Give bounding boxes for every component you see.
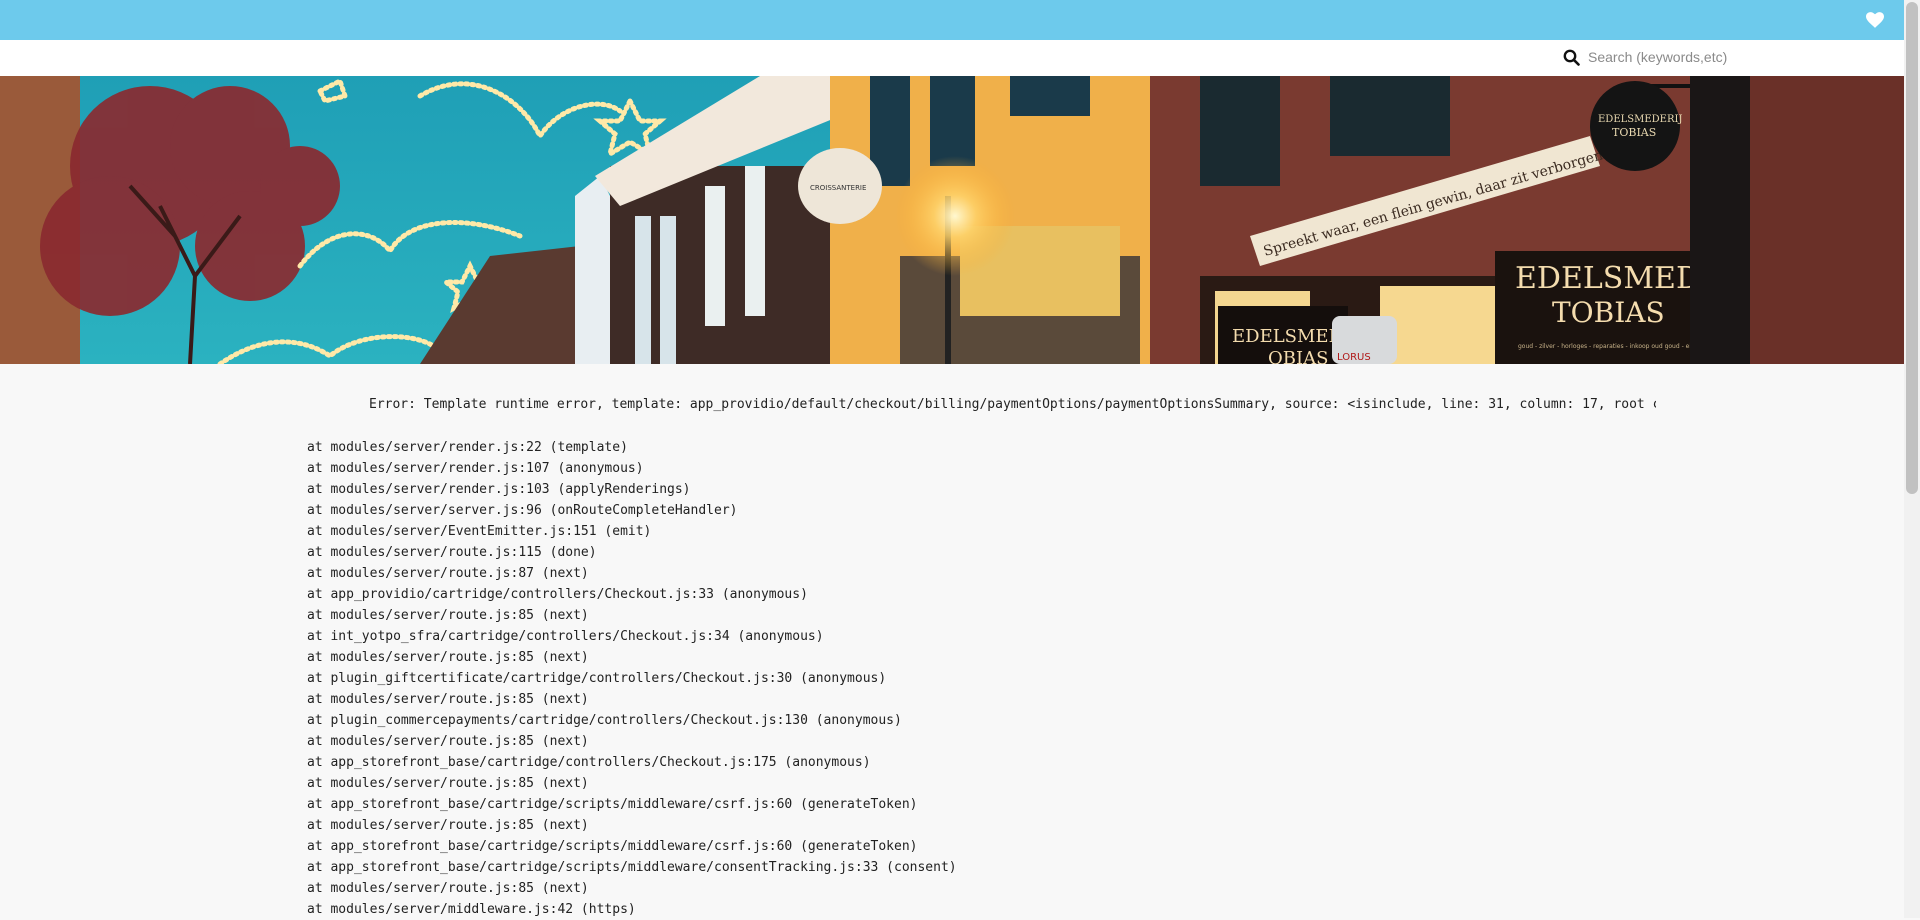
stack-trace: at modules/server/render.js:22 (template… [307, 437, 957, 920]
shop-sign-line2: TOBIAS [1552, 296, 1665, 329]
stack-trace-line: at modules/server/route.js:85 (next) [307, 650, 589, 665]
stack-trace-line: at modules/server/render.js:103 (applyRe… [307, 482, 691, 497]
stack-trace-line: at modules/server/middleware.js:42 (http… [307, 902, 636, 917]
stack-trace-line: at modules/server/route.js:85 (next) [307, 818, 589, 833]
stack-trace-line: at app_storefront_base/cartridge/scripts… [307, 839, 918, 854]
stack-trace-line: at modules/server/route.js:115 (done) [307, 545, 597, 560]
search-icon[interactable] [1563, 49, 1580, 66]
search-bar [0, 40, 1904, 76]
stack-trace-line: at plugin_giftcertificate/cartridge/cont… [307, 671, 887, 686]
stack-trace-line: at modules/server/route.js:85 (next) [307, 692, 589, 707]
round-sign-line2: TOBIAS [1612, 126, 1656, 139]
stack-trace-line: at app_storefront_base/cartridge/scripts… [307, 860, 957, 875]
street-scene-image: CROISSANTERIE Spreekt waar, een flein ge… [0, 76, 1904, 364]
hero-banner: CROISSANTERIE Spreekt waar, een flein ge… [0, 76, 1904, 364]
heart-icon[interactable] [1866, 12, 1884, 28]
search-input[interactable] [1580, 44, 1836, 70]
error-message: Error: Template runtime error, template:… [369, 397, 1656, 412]
shop-sign-small-2: OBIAS [1268, 348, 1328, 364]
stack-trace-line: at modules/server/render.js:107 (anonymo… [307, 461, 644, 476]
stack-trace-line: at modules/server/route.js:85 (next) [307, 608, 589, 623]
stack-trace-line: at modules/server/route.js:85 (next) [307, 776, 589, 791]
stack-trace-line: at app_storefront_base/cartridge/control… [307, 755, 871, 770]
stack-trace-line: at plugin_commercepayments/cartridge/con… [307, 713, 902, 728]
round-sign-line1: EDELSMEDERIJ [1598, 114, 1682, 125]
stack-trace-line: at int_yotpo_sfra/cartridge/controllers/… [307, 629, 824, 644]
teapot-sign-text: CROISSANTERIE [810, 184, 866, 192]
stack-trace-line: at modules/server/EventEmitter.js:151 (e… [307, 524, 652, 539]
lorus-sign-text: LORUS [1337, 352, 1371, 363]
stack-trace-line: at app_providio/cartridge/controllers/Ch… [307, 587, 808, 602]
stack-trace-line: at app_storefront_base/cartridge/scripts… [307, 797, 918, 812]
stack-trace-line: at modules/server/server.js:96 (onRouteC… [307, 503, 738, 518]
stack-trace-line: at modules/server/route.js:85 (next) [307, 881, 589, 896]
scrollbar-thumb[interactable] [1906, 2, 1918, 494]
scrollbar[interactable] [1904, 0, 1920, 918]
stack-trace-line: at modules/server/route.js:87 (next) [307, 566, 589, 581]
stack-trace-line: at modules/server/route.js:85 (next) [307, 734, 589, 749]
stack-trace-line: at modules/server/render.js:22 (template… [307, 440, 628, 455]
top-header-bar [0, 0, 1904, 40]
